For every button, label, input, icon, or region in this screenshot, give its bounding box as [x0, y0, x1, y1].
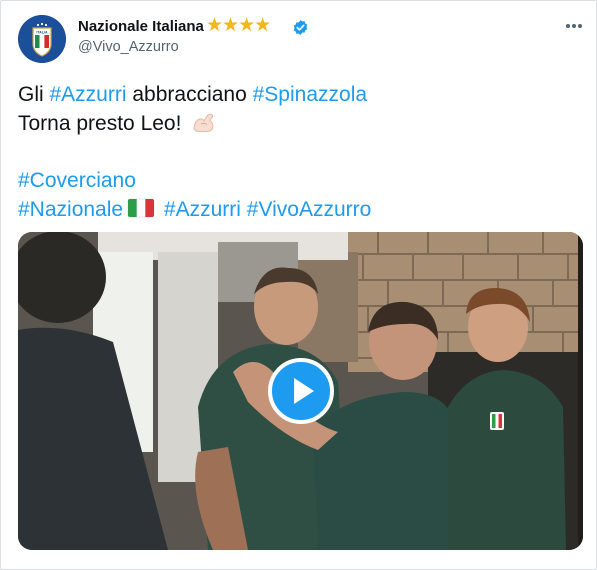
play-button[interactable] [268, 358, 334, 424]
more-options-icon[interactable] [561, 16, 587, 36]
hashtag-coverciano[interactable]: #Coverciano [18, 169, 136, 192]
hashtag-spinazzola[interactable]: #Spinazzola [253, 83, 367, 106]
hashtag-vivoazzurro[interactable]: #VivoAzzurro [247, 198, 372, 221]
tweet-line-2: Torna presto Leo! [18, 109, 578, 138]
play-icon [294, 378, 314, 404]
crest-text: ITALIA [36, 31, 48, 35]
text-segment: Gli [18, 83, 50, 106]
text-segment: abbracciano [126, 83, 253, 106]
avatar[interactable]: ITALIA [18, 15, 66, 63]
italy-flag-emoji [127, 198, 155, 218]
hashtag-azzurri[interactable]: #Azzurri [50, 83, 127, 106]
verified-badge-icon [293, 20, 308, 35]
tweet-card: ITALIA Nazionale Italiana ★★★★ @Vivo_Azz… [0, 0, 597, 570]
stars-badge: ★★★★ [206, 15, 271, 36]
text-segment: Torna presto Leo! [18, 112, 188, 135]
hashtag-nazionale[interactable]: #Nazionale [18, 198, 123, 221]
user-handle[interactable]: @Vivo_Azzurro [78, 39, 179, 55]
tweet-line-4: #Nazionale #Azzurri #VivoAzzurro [18, 195, 578, 224]
flexed-biceps-emoji [193, 113, 214, 132]
tweet-text: Gli #Azzurri abbracciano #Spinazzola Tor… [18, 80, 578, 224]
display-name[interactable]: Nazionale Italiana [78, 18, 204, 35]
tweet-line-1: Gli #Azzurri abbracciano #Spinazzola [18, 80, 578, 109]
video-player[interactable] [18, 232, 583, 550]
crest-icon: ITALIA [18, 15, 66, 63]
hashtag-azzurri-2[interactable]: #Azzurri [164, 198, 241, 221]
tweet-line-3: #Coverciano [18, 166, 578, 195]
